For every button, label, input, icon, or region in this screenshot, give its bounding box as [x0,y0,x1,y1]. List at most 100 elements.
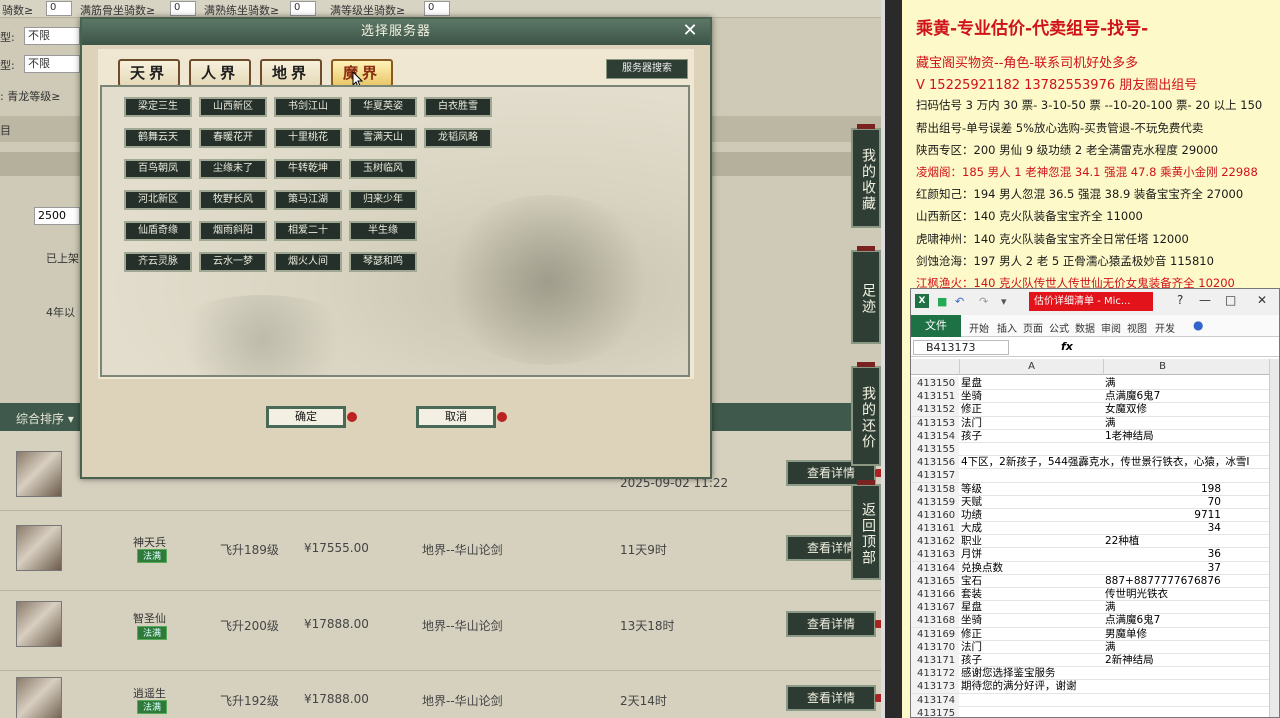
column-header-b[interactable]: B [1103,359,1221,375]
ribbon-tab[interactable]: 公式 [1049,320,1069,335]
server-button[interactable]: 归来少年 [349,190,417,210]
tab-dijie[interactable]: 地界 [260,59,322,87]
row-number[interactable]: 413168 [911,614,959,628]
footprint-button[interactable]: 足迹 [851,246,881,344]
cell-b[interactable]: 2新神结局 [1105,654,1154,667]
row-number[interactable]: 413160 [911,508,959,522]
server-button[interactable]: 百鸟朝凤 [124,159,192,179]
row-number[interactable]: 413171 [911,653,959,667]
sheet-scrollbar[interactable] [1269,359,1279,717]
server-button[interactable]: 白衣胜雪 [424,97,492,117]
cell-b[interactable]: 满 [1105,377,1116,390]
cell-a[interactable]: 坐骑 [961,614,982,627]
function-icon[interactable]: fx [1061,340,1073,353]
my-favorites-button[interactable]: 我的收藏 [851,124,881,228]
help-circle-icon[interactable]: ● [1193,318,1203,332]
row-number[interactable]: 413159 [911,495,959,509]
server-button[interactable]: 琴瑟和鸣 [349,252,417,272]
cell-b[interactable]: 9711 [1105,509,1221,522]
minimize-icon[interactable]: — [1199,293,1211,307]
cell-a[interactable]: 天赋 [961,496,982,509]
type-select[interactable]: 不限 [24,27,80,45]
server-button[interactable]: 相爱二十 [274,221,342,241]
cell-b[interactable]: 1老神结局 [1105,430,1154,443]
cell-a[interactable]: 月饼 [961,548,982,561]
ribbon-tab[interactable]: 开发 [1155,320,1175,335]
cell-b[interactable]: 22种植 [1105,535,1139,548]
server-button[interactable]: 书剑江山 [274,97,342,117]
cell-a[interactable]: 职业 [961,535,982,548]
cell-b[interactable]: 满 [1105,601,1116,614]
cell-a[interactable]: 期待您的满分好评，谢谢 [961,680,1077,693]
server-button[interactable]: 策马江湖 [274,190,342,210]
row-number[interactable]: 413150 [911,377,959,390]
cell-b[interactable]: 满 [1105,641,1116,654]
maximize-icon[interactable]: □ [1225,293,1236,307]
row-number[interactable]: 413153 [911,416,959,430]
ribbon-tab[interactable]: 页面 [1023,320,1043,335]
cell-a[interactable]: 套装 [961,588,982,601]
cell-a[interactable]: 感谢您选择鉴宝服务 [961,667,1056,680]
help-icon[interactable]: ? [1177,293,1183,307]
quick-access-dropdown-icon[interactable]: ▾ [1001,295,1007,308]
row-number[interactable]: 413174 [911,693,959,707]
row-number[interactable]: 413152 [911,403,959,417]
save-icon[interactable]: ■ [937,295,947,308]
row-number[interactable]: 413154 [911,429,959,443]
row-number[interactable]: 413156 [911,456,959,470]
row-number[interactable]: 413151 [911,390,959,404]
page-scrollbar[interactable] [881,0,885,718]
tab-renjie[interactable]: 人界 [189,59,251,87]
ribbon-tab[interactable]: 视图 [1127,320,1147,335]
tab-tianjie[interactable]: 天界 [118,59,180,87]
cell-a[interactable]: 功绩 [961,509,982,522]
row-number[interactable]: 413155 [911,442,959,456]
cell-a[interactable]: 修正 [961,628,982,641]
row-number[interactable]: 413163 [911,548,959,562]
row-number[interactable]: 413167 [911,601,959,615]
cell-b[interactable]: 70 [1105,496,1221,509]
server-button[interactable]: 牧野长风 [199,190,267,210]
server-button[interactable]: 云水一梦 [199,252,267,272]
cell-a[interactable]: 法门 [961,417,982,430]
cell-a[interactable]: 修正 [961,403,982,416]
server-button[interactable]: 十里桃花 [274,128,342,148]
my-counteroffer-button[interactable]: 我的还价 [851,362,881,466]
row-number[interactable]: 413162 [911,535,959,549]
server-button[interactable]: 河北新区 [124,190,192,210]
cell-b[interactable]: 36 [1105,548,1221,561]
back-to-top-button[interactable]: 返回顶部 [851,480,881,580]
server-button[interactable]: 春暖花开 [199,128,267,148]
cell-a[interactable]: 孩子 [961,654,982,667]
undo-icon[interactable]: ↶ [955,295,964,308]
name-box[interactable]: B413173 [913,340,1009,355]
server-button[interactable]: 华夏英姿 [349,97,417,117]
confirm-button[interactable]: 确定 [266,406,357,428]
price-input[interactable]: 2500 [34,207,80,225]
server-button[interactable]: 牛转乾坤 [274,159,342,179]
server-button[interactable]: 半生缘 [349,221,417,241]
column-header-a[interactable]: A [959,359,1103,375]
cell-b[interactable]: 满 [1105,417,1116,430]
redo-icon[interactable]: ↷ [979,295,988,308]
server-button[interactable]: 仙盾奇缘 [124,221,192,241]
cell-a[interactable]: 孩子 [961,430,982,443]
cell-b[interactable]: 198 [1105,483,1221,496]
server-button[interactable]: 梁定三生 [124,97,192,117]
row-number[interactable]: 413170 [911,640,959,654]
cell-a[interactable]: 星盘 [961,377,982,390]
server-button[interactable]: 烟火人间 [274,252,342,272]
row-number[interactable]: 413173 [911,680,959,694]
server-button[interactable]: 雪满天山 [349,128,417,148]
server-button[interactable]: 齐云灵脉 [124,252,192,272]
cell-b[interactable]: 37 [1105,562,1221,575]
cell-a[interactable]: 大成 [961,522,982,535]
server-button[interactable]: 玉树临风 [349,159,417,179]
server-button[interactable]: 尘缘未了 [199,159,267,179]
close-icon[interactable]: ✕ [680,21,700,41]
cell-a[interactable]: 法门 [961,641,982,654]
cell-a[interactable]: 等级 [961,483,982,496]
server-button[interactable]: 烟雨斜阳 [199,221,267,241]
server-button[interactable]: 山西新区 [199,97,267,117]
filter-input[interactable]: 0 [424,1,450,16]
